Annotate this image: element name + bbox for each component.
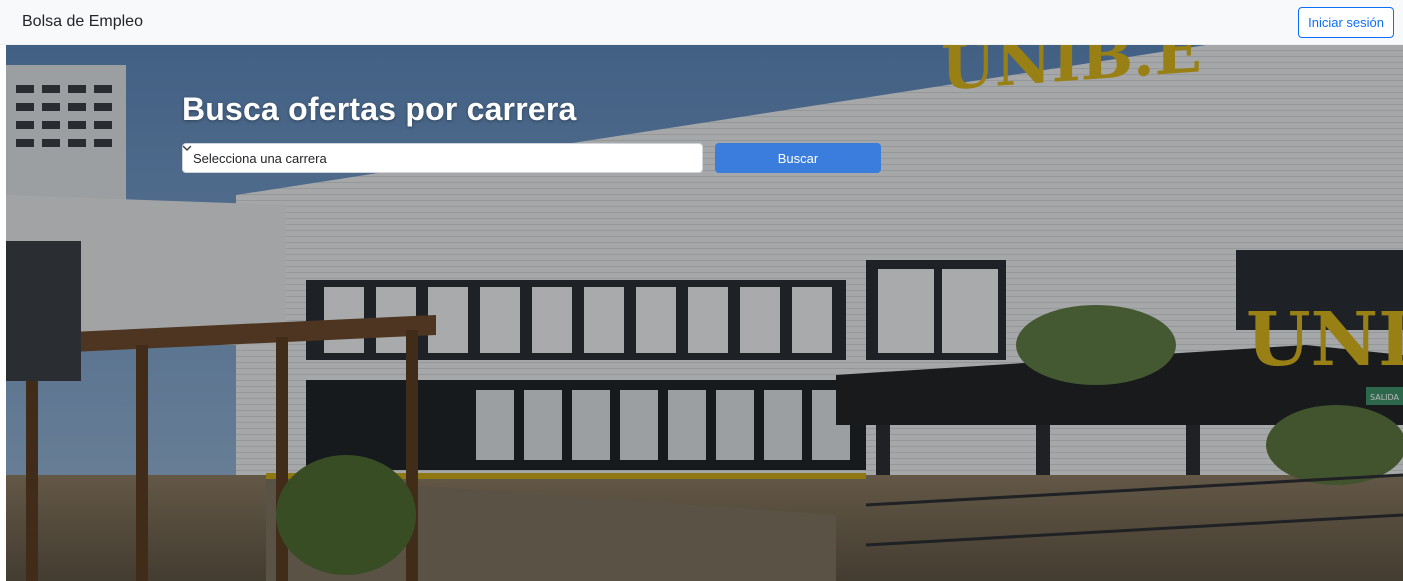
hero-content: Busca ofertas por carrera Selecciona una… [182,91,881,173]
career-select[interactable]: Selecciona una carrera [182,143,703,173]
search-button[interactable]: Buscar [715,143,881,173]
login-button[interactable]: Iniciar sesión [1298,6,1394,38]
career-select-placeholder: Selecciona una carrera [193,150,327,166]
hero-title: Busca ofertas por carrera [182,91,577,127]
search-form: Selecciona una carrera Buscar [182,143,881,173]
hero-banner: UNIB.E UNI SALIDA Busca ofertas por carr… [6,45,1403,581]
chevron-down-icon [182,145,192,151]
brand-title[interactable]: Bolsa de Empleo [22,13,143,31]
navbar: Bolsa de Empleo Iniciar sesión [0,0,1403,45]
